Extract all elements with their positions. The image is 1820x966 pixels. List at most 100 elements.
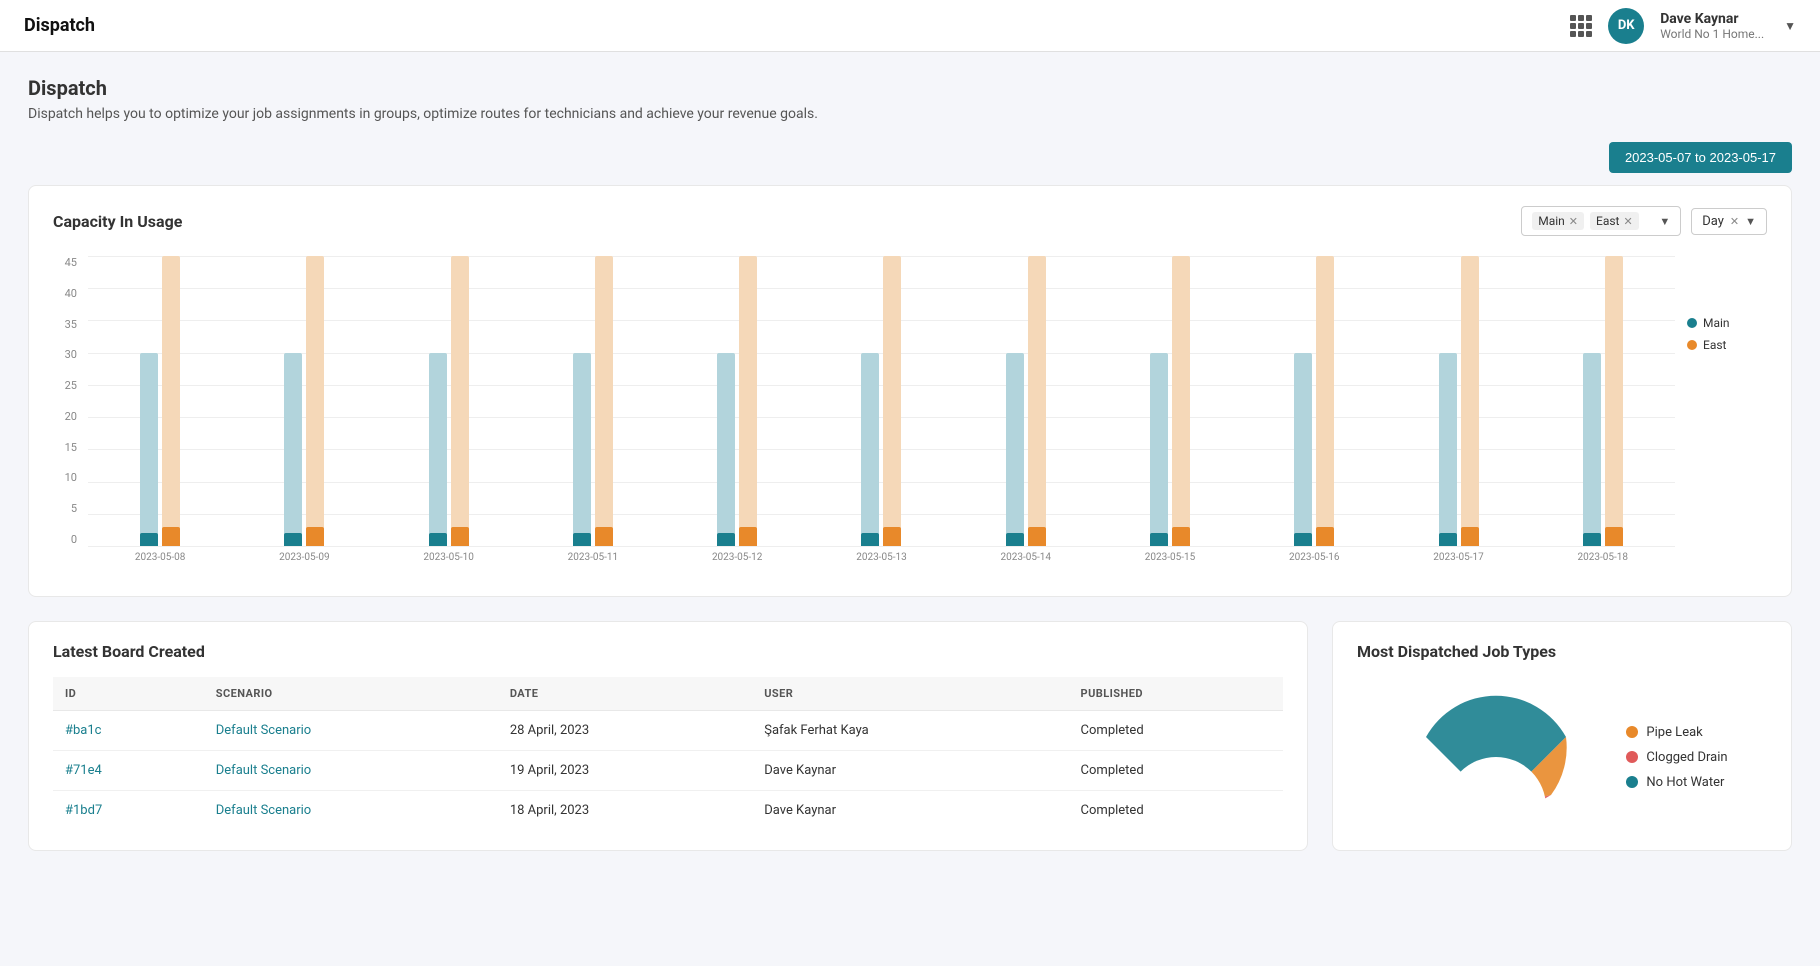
chart-wrapper: 45 40 35 30 25 20 15 10 5 0 2023-05-0820…: [53, 256, 1767, 576]
x-label: 2023-05-11: [521, 548, 665, 576]
no-hot-water-label: No Hot Water: [1646, 775, 1724, 790]
x-label: 2023-05-08: [88, 548, 232, 576]
col-date: DATE: [498, 677, 752, 711]
legend-main-dot: [1687, 318, 1697, 328]
bar-main-fg: [429, 533, 447, 546]
cell-id[interactable]: #71e4: [53, 751, 204, 791]
table-row: #71e4 Default Scenario 19 April, 2023 Da…: [53, 751, 1283, 791]
cell-date: 19 April, 2023: [498, 751, 752, 791]
bar-main-bg: [1439, 353, 1457, 546]
top-navigation: Dispatch DK Dave Kaynar World No 1 Home.…: [0, 0, 1820, 52]
bar-main-fg: [284, 533, 302, 546]
x-label: 2023-05-16: [1242, 548, 1386, 576]
chart-legend: Main East: [1687, 256, 1767, 576]
day-select-x[interactable]: ✕: [1730, 215, 1739, 228]
bar-group: [521, 256, 665, 546]
grid-apps-icon[interactable]: [1570, 15, 1592, 37]
cell-scenario[interactable]: Default Scenario: [204, 751, 498, 791]
x-label: 2023-05-09: [232, 548, 376, 576]
bar-main-fg: [1583, 533, 1601, 546]
bar-main-fg: [140, 533, 158, 546]
bar-east-bg: [1605, 256, 1623, 546]
bar-group: [1242, 256, 1386, 546]
y-axis: 45 40 35 30 25 20 15 10 5 0: [53, 256, 83, 546]
date-range-button[interactable]: 2023-05-07 to 2023-05-17: [1609, 142, 1792, 173]
bar-east-bg: [595, 256, 613, 546]
avatar: DK: [1608, 8, 1644, 44]
bar-group: [1386, 256, 1530, 546]
user-name: Dave Kaynar: [1660, 11, 1764, 27]
bar-main-bg: [717, 353, 735, 546]
day-select[interactable]: Day ✕ ▼: [1691, 208, 1767, 235]
col-scenario: SCENARIO: [204, 677, 498, 711]
pipe-leak-label: Pipe Leak: [1646, 725, 1702, 740]
table-row: #1bd7 Default Scenario 18 April, 2023 Da…: [53, 791, 1283, 831]
x-label: 2023-05-13: [809, 548, 953, 576]
bar-main-bg: [1294, 353, 1312, 546]
capacity-header: Capacity In Usage Main ✕ East ✕ ▼ Day ✕: [53, 206, 1767, 236]
most-dispatched-card: Most Dispatched Job Types: [1332, 621, 1792, 851]
bar-east-fg: [883, 527, 901, 546]
bar-east-bg: [883, 256, 901, 546]
col-user: USER: [752, 677, 1068, 711]
cell-user: Şafak Ferhat Kaya: [752, 711, 1068, 751]
x-label: 2023-05-18: [1531, 548, 1675, 576]
chart-area: 45 40 35 30 25 20 15 10 5 0 2023-05-0820…: [53, 256, 1675, 576]
x-label: 2023-05-10: [377, 548, 521, 576]
bar-east-fg: [1461, 527, 1479, 546]
bar-east-fg: [1028, 527, 1046, 546]
legend-main-label: Main: [1703, 316, 1730, 330]
bar-main-bg: [573, 353, 591, 546]
legend-clogged-drain: Clogged Drain: [1626, 750, 1727, 765]
bar-east-fg: [1316, 527, 1334, 546]
bar-east-fg: [739, 527, 757, 546]
cell-scenario[interactable]: Default Scenario: [204, 791, 498, 831]
nav-right: DK Dave Kaynar World No 1 Home... ▼: [1570, 8, 1796, 44]
bar-main-fg: [1294, 533, 1312, 546]
day-select-label: Day: [1702, 214, 1724, 229]
bar-east-bg: [1316, 256, 1334, 546]
bar-group: [232, 256, 376, 546]
cell-id[interactable]: #1bd7: [53, 791, 204, 831]
legend-east-label: East: [1703, 338, 1726, 352]
bar-east-fg: [451, 527, 469, 546]
col-published: PUBLISHED: [1069, 677, 1283, 711]
cell-scenario[interactable]: Default Scenario: [204, 711, 498, 751]
legend-main: Main: [1687, 316, 1767, 330]
legend-east: East: [1687, 338, 1767, 352]
latest-board-card: Latest Board Created ID SCENARIO DATE US…: [28, 621, 1308, 851]
table-header-row: ID SCENARIO DATE USER PUBLISHED: [53, 677, 1283, 711]
bar-east-fg: [1172, 527, 1190, 546]
donut-chart: [1396, 687, 1596, 827]
tag-main-remove[interactable]: ✕: [1569, 215, 1578, 228]
bar-main-fg: [1439, 533, 1457, 546]
user-menu-chevron[interactable]: ▼: [1784, 19, 1796, 33]
legend-pipe-leak: Pipe Leak: [1626, 725, 1727, 740]
bar-group: [809, 256, 953, 546]
table-body: #ba1c Default Scenario 28 April, 2023 Şa…: [53, 711, 1283, 831]
bar-group: [954, 256, 1098, 546]
tag-east: East ✕: [1590, 212, 1639, 230]
cell-date: 18 April, 2023: [498, 791, 752, 831]
x-label: 2023-05-12: [665, 548, 809, 576]
bar-main-bg: [429, 353, 447, 546]
cell-id[interactable]: #ba1c: [53, 711, 204, 751]
bar-main-fg: [573, 533, 591, 546]
tag-multiselect[interactable]: Main ✕ East ✕ ▼: [1521, 206, 1681, 236]
tag-east-remove[interactable]: ✕: [1623, 215, 1632, 228]
tag-main: Main ✕: [1532, 212, 1584, 230]
user-company: World No 1 Home...: [1660, 27, 1764, 41]
bars-container: [88, 256, 1675, 546]
bar-group: [1531, 256, 1675, 546]
bar-east-bg: [1028, 256, 1046, 546]
latest-board-table: ID SCENARIO DATE USER PUBLISHED #ba1c De…: [53, 677, 1283, 830]
table-row: #ba1c Default Scenario 28 April, 2023 Şa…: [53, 711, 1283, 751]
page-subtitle: Dispatch helps you to optimize your job …: [28, 106, 1792, 122]
bar-east-fg: [595, 527, 613, 546]
bar-east-bg: [162, 256, 180, 546]
bar-group: [377, 256, 521, 546]
bar-group: [665, 256, 809, 546]
day-select-arrow: ▼: [1745, 215, 1756, 228]
bar-main-fg: [1150, 533, 1168, 546]
bar-east-bg: [451, 256, 469, 546]
